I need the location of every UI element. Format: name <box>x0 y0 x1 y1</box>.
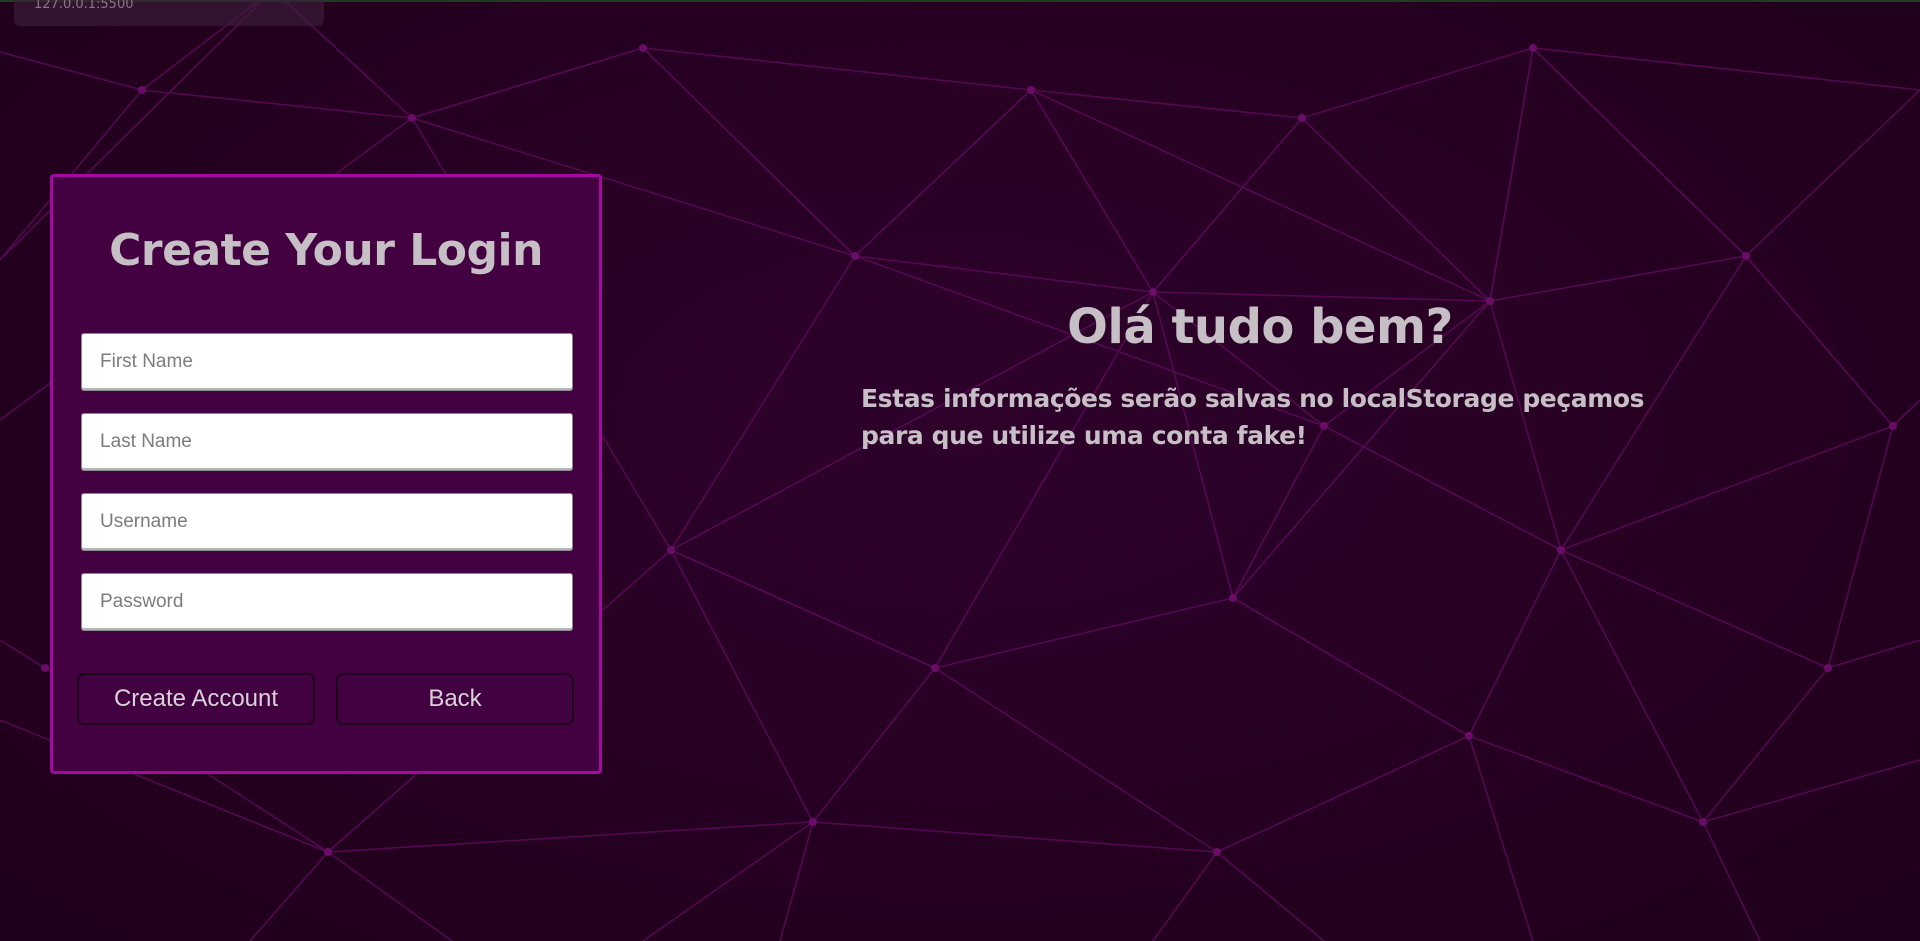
login-title: Create Your Login <box>109 225 543 276</box>
username-input[interactable] <box>81 493 573 551</box>
last-name-input[interactable] <box>81 413 573 471</box>
password-input[interactable] <box>81 573 573 631</box>
create-account-button[interactable]: Create Account <box>77 673 315 725</box>
back-button[interactable]: Back <box>336 673 574 725</box>
status-url-tooltip: 127.0.0.1:5500 <box>14 0 324 26</box>
first-name-input[interactable] <box>81 333 573 391</box>
create-login-form: Create Your Login Create Account Back <box>50 174 602 774</box>
welcome-title: Olá tudo bem? <box>1067 299 1453 355</box>
welcome-message: Estas informações serão salvas no localS… <box>861 384 1645 450</box>
page-background: 127.0.0.1:5500 Create Your Login Create … <box>0 0 1920 941</box>
